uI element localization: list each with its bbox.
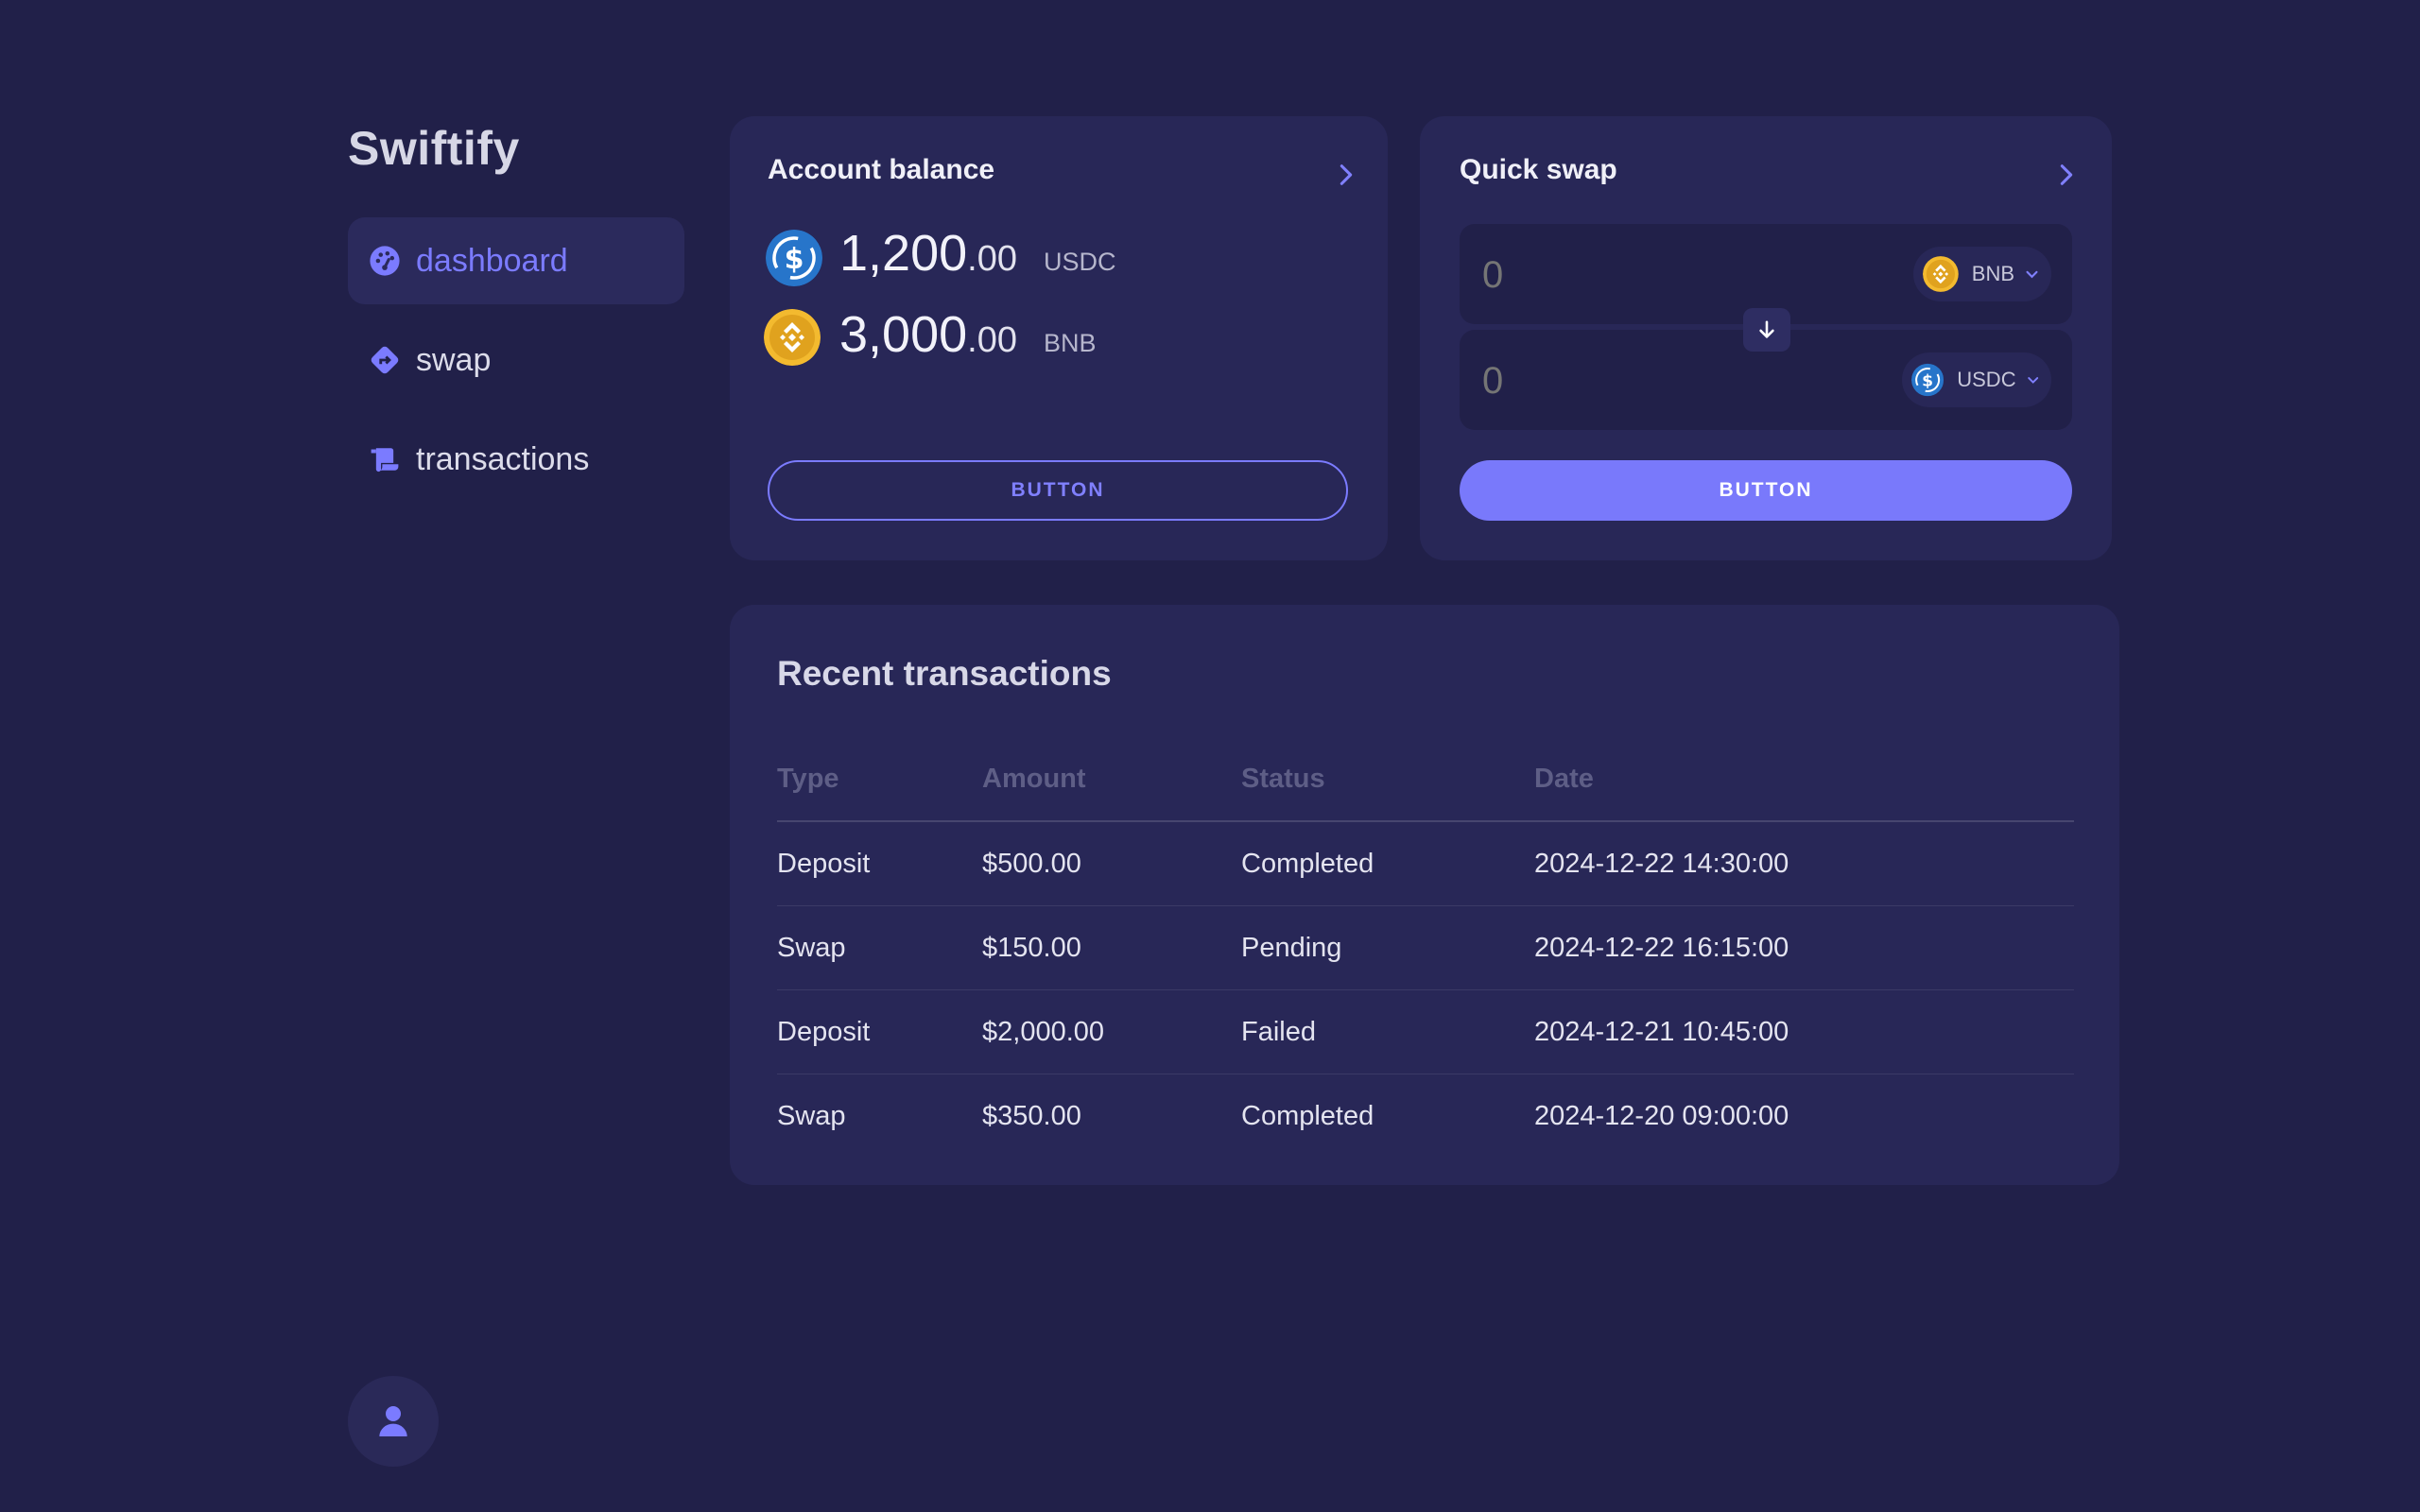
svg-text:$: $ [1922, 371, 1933, 390]
balance-integer: 3,000 [839, 306, 968, 363]
table-header-row: Type Amount Status Date [777, 737, 2074, 822]
column-header-status: Status [1241, 737, 1534, 822]
cell-amount: $350.00 [982, 1100, 1081, 1131]
cell-status: Completed [1241, 821, 1534, 906]
sidebar-item-label: swap [416, 341, 492, 378]
sidebar-item-label: dashboard [416, 242, 568, 279]
from-token-label: BNB [1971, 262, 2015, 285]
cell-type: Swap [777, 905, 982, 990]
sidebar-nav: dashboard swap transactions [348, 217, 684, 515]
table-row: Swap $350.00 Completed 2024-12-20 09:00:… [777, 1074, 2074, 1159]
svg-text:$: $ [785, 243, 804, 276]
from-token-select[interactable]: BNB [1913, 247, 2051, 301]
quick-swap-card: Quick swap BNB [1420, 116, 2112, 560]
balance-integer: 1,200 [839, 225, 968, 282]
cell-type: Swap [777, 1100, 846, 1131]
column-header-date: Date [1534, 737, 2074, 822]
recent-transactions-card: Recent transactions Type Amount Status D… [730, 605, 2119, 1185]
bnb-coin-icon [764, 309, 821, 366]
cell-date: 2024-12-22 16:15:00 [1534, 905, 2074, 990]
usdc-coin-icon: $ [766, 230, 822, 286]
brand-logo: Swiftify [348, 122, 520, 175]
chevron-right-icon[interactable] [1333, 162, 1359, 188]
cell-status: Pending [1241, 905, 1534, 990]
account-balance-title: Account balance [768, 154, 995, 185]
swap-icon [369, 344, 401, 376]
user-avatar-button[interactable] [348, 1376, 439, 1467]
balance-decimal: .00 [967, 239, 1017, 279]
app-window: Swiftify dashboard swap transactions Acc… [0, 0, 2420, 1512]
chevron-down-icon [2027, 377, 2038, 384]
sidebar-item-label: transactions [416, 440, 590, 477]
cell-status: Failed [1241, 989, 1534, 1074]
cell-date: 2024-12-22 14:30:00 [1534, 821, 2074, 906]
transactions-table: Type Amount Status Date Deposit $500.00 … [777, 737, 2074, 1158]
arrow-down-icon [1759, 320, 1774, 338]
usdc-balance: 1,200 .00 USDC [839, 224, 1115, 283]
dashboard-icon [369, 245, 401, 277]
table-row: Deposit $2,000.00 Failed 2024-12-21 10:4… [777, 989, 2074, 1074]
table-row: Deposit $500.00 Completed 2024-12-22 14:… [777, 821, 2074, 906]
sidebar-item-swap[interactable]: swap [348, 317, 684, 404]
receipt-icon [369, 443, 401, 475]
to-token-select[interactable]: $ USDC [1902, 352, 2051, 407]
table-row: Swap $150.00 Pending 2024-12-22 16:15:00 [777, 905, 2074, 990]
cell-amount: $2,000.00 [982, 989, 1241, 1074]
sidebar-item-transactions[interactable]: transactions [348, 416, 684, 503]
swap-from-input[interactable] [1480, 249, 1881, 301]
sidebar-item-dashboard[interactable]: dashboard [348, 217, 684, 304]
usdc-coin-icon: $ [1911, 363, 1945, 397]
cell-type: Deposit [777, 821, 982, 906]
column-header-amount: Amount [982, 737, 1241, 822]
cell-date: 2024-12-21 10:45:00 [1534, 989, 2074, 1074]
balance-symbol: USDC [1043, 248, 1116, 276]
balance-action-button[interactable]: BUTTON [768, 460, 1348, 521]
swap-submit-button[interactable]: BUTTON [1460, 460, 2072, 521]
swap-direction-button[interactable] [1743, 308, 1790, 352]
cell-amount: $500.00 [982, 821, 1241, 906]
column-header-type: Type [777, 737, 982, 822]
balance-symbol: BNB [1043, 329, 1097, 357]
cell-type: Deposit [777, 989, 982, 1074]
user-icon [379, 1406, 407, 1436]
quick-swap-title: Quick swap [1460, 154, 1617, 185]
recent-transactions-title: Recent transactions [777, 654, 1112, 693]
account-balance-card: Account balance $ 1,200 .00 USDC 3,000 .… [730, 116, 1388, 560]
chevron-right-icon[interactable] [2053, 162, 2080, 188]
balance-decimal: .00 [967, 320, 1017, 360]
swap-to-input[interactable] [1480, 354, 1881, 407]
bnb-balance: 3,000 .00 BNB [839, 305, 1097, 364]
bnb-coin-icon [1923, 256, 1959, 292]
to-token-label: USDC [1957, 368, 2016, 391]
cell-date: 2024-12-20 09:00:00 [1534, 1100, 1789, 1131]
cell-status: Completed [1241, 1100, 1374, 1131]
cell-amount: $150.00 [982, 905, 1241, 990]
chevron-down-icon [2026, 270, 2038, 279]
